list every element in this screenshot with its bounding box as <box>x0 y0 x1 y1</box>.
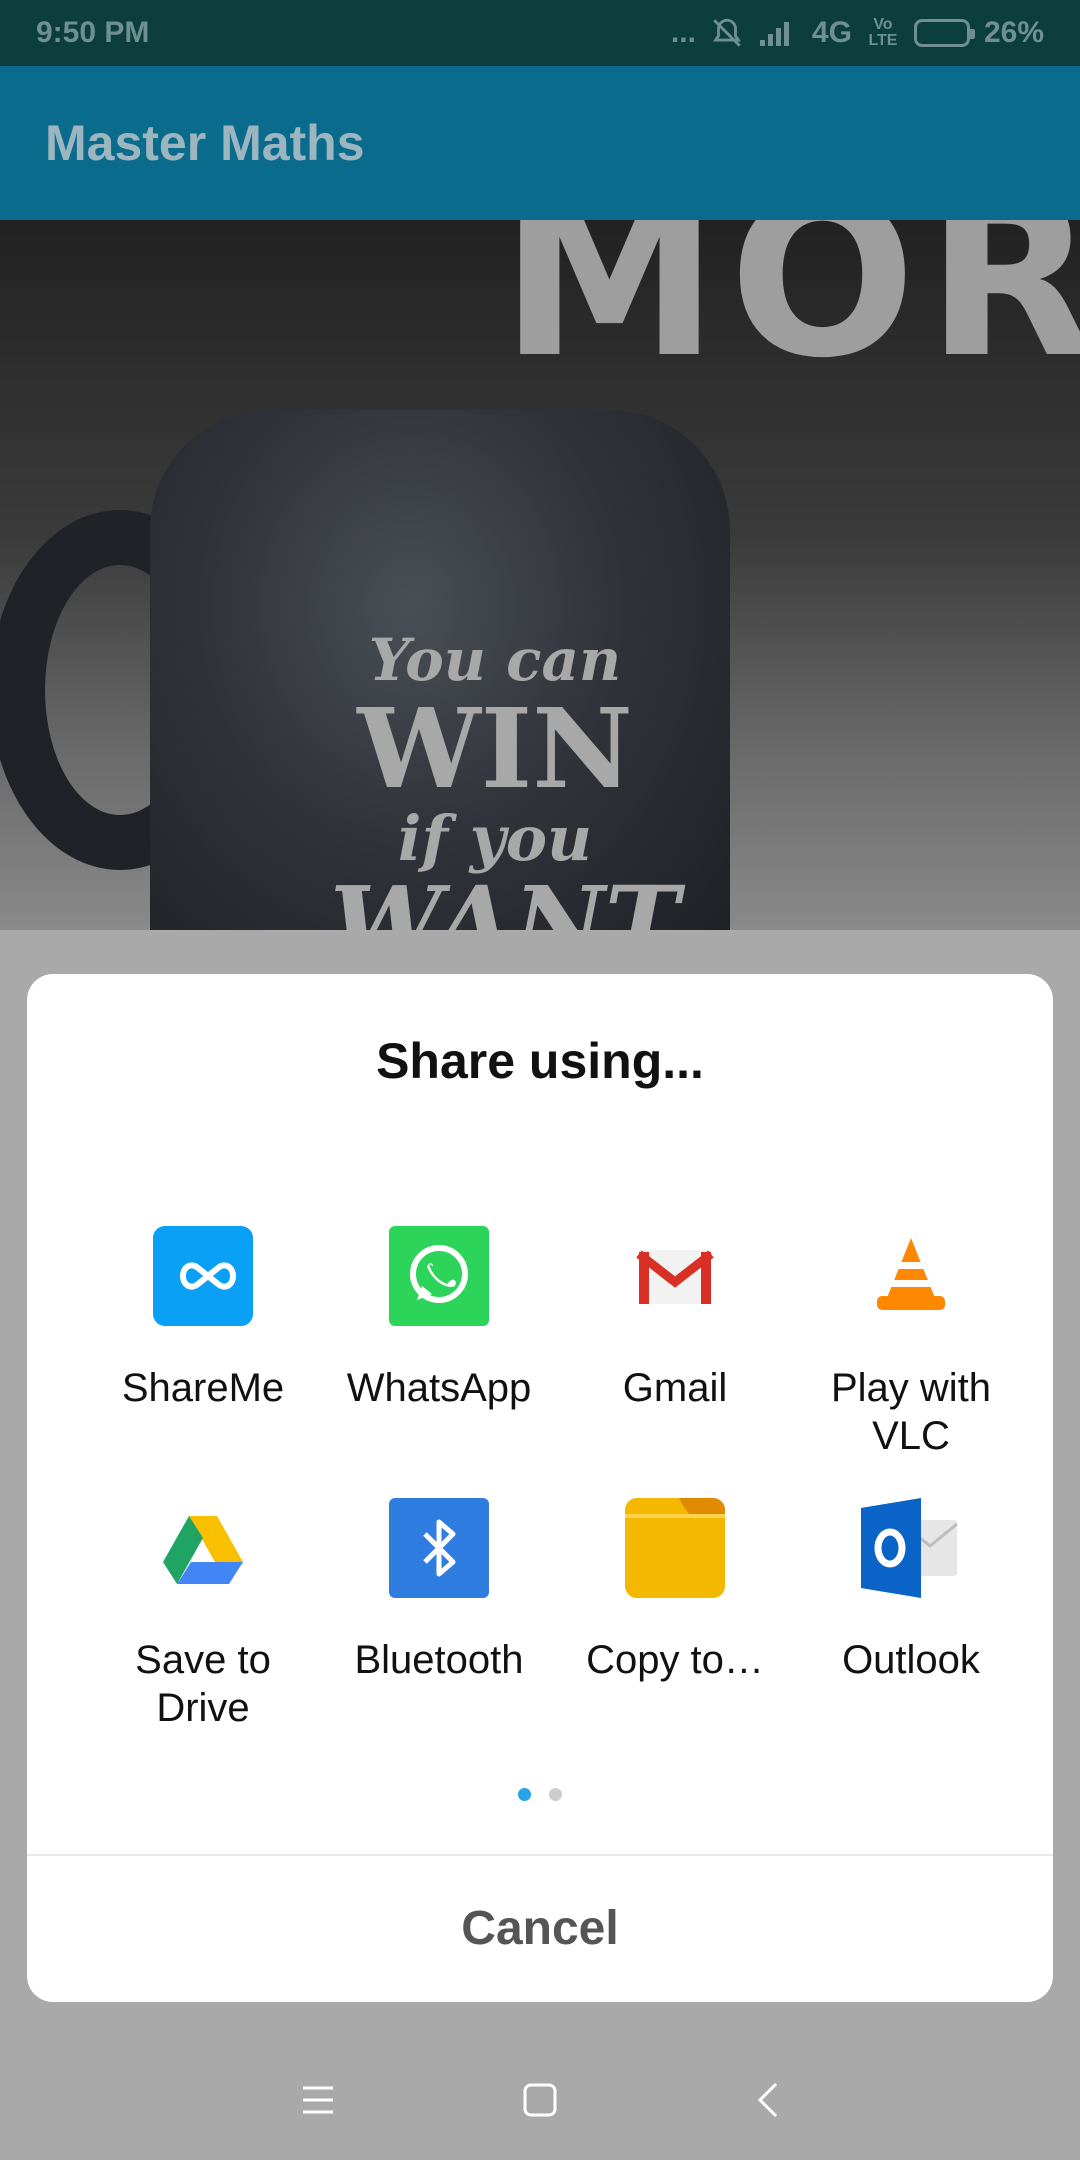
menu-icon[interactable] <box>288 2070 348 2130</box>
share-target-drive[interactable]: Save to Drive <box>85 1498 321 1732</box>
hero-image: MORE You can WIN if you WANT <box>0 220 1080 930</box>
whatsapp-icon <box>389 1226 489 1326</box>
app-bar: Master Maths <box>0 66 1080 220</box>
back-icon[interactable] <box>738 2070 798 2130</box>
cancel-button[interactable]: Cancel <box>27 1854 1053 2002</box>
app-title: Master Maths <box>45 115 365 171</box>
vlc-icon <box>861 1226 961 1326</box>
gmail-icon <box>625 1226 725 1326</box>
share-target-shareme[interactable]: ShareMe <box>85 1226 321 1412</box>
mug-line-4: WANT <box>330 864 680 930</box>
share-target-label: Play with VLC <box>830 1366 992 1458</box>
battery-level: 26% <box>983 16 1044 49</box>
share-target-label: ShareMe <box>121 1366 285 1410</box>
share-target-label: Save to Drive <box>135 1638 271 1730</box>
network-activity-indicator: ... <box>670 16 696 49</box>
volte-indicator: Vo LTE <box>868 16 898 49</box>
signal-icon <box>759 22 789 46</box>
network-type: 4G <box>811 16 852 49</box>
home-icon[interactable] <box>510 2070 570 2130</box>
outlook-icon <box>861 1498 961 1598</box>
share-target-vlc[interactable]: Play with VLC <box>793 1226 1029 1460</box>
share-target-gmail[interactable]: Gmail <box>557 1226 793 1412</box>
share-target-label: Gmail <box>622 1366 728 1410</box>
navigation-bar <box>0 2040 1080 2160</box>
mug-line-3: if you <box>397 802 593 876</box>
status-icons: ... 4G Vo LTE 26% <box>671 16 1044 50</box>
drive-icon <box>153 1498 253 1598</box>
mug-line-1: You can <box>368 626 622 694</box>
share-target-label: WhatsApp <box>346 1366 532 1410</box>
folder-icon <box>625 1498 725 1598</box>
page-dot-active <box>517 1788 531 1801</box>
mute-icon <box>712 18 741 47</box>
bluetooth-icon <box>389 1498 489 1598</box>
share-target-label: Bluetooth <box>354 1638 524 1682</box>
page-indicator <box>27 1788 1053 1806</box>
share-dialog: Share using... ShareMe WhatsApp Gmail Pl… <box>27 974 1053 2002</box>
mug-text: You can WIN if you WANT <box>330 626 680 930</box>
mug-line-2: WIN <box>357 683 633 813</box>
shareme-icon <box>153 1226 253 1326</box>
share-target-bluetooth[interactable]: Bluetooth <box>321 1498 557 1684</box>
share-target-label: Outlook <box>842 1638 980 1682</box>
share-target-whatsapp[interactable]: WhatsApp <box>321 1226 557 1412</box>
status-time: 9:50 PM <box>36 16 150 49</box>
page-dot <box>549 1788 563 1801</box>
share-target-copy-to[interactable]: Copy to… <box>557 1498 793 1684</box>
dialog-title: Share using... <box>376 1033 704 1089</box>
battery-icon <box>913 19 975 47</box>
status-bar: 9:50 PM ... 4G Vo LTE 26% <box>0 0 1080 66</box>
hero-wall-text: MORE <box>500 220 1080 406</box>
share-target-label: Copy to… <box>586 1638 764 1682</box>
share-target-outlook[interactable]: Outlook <box>793 1498 1029 1684</box>
